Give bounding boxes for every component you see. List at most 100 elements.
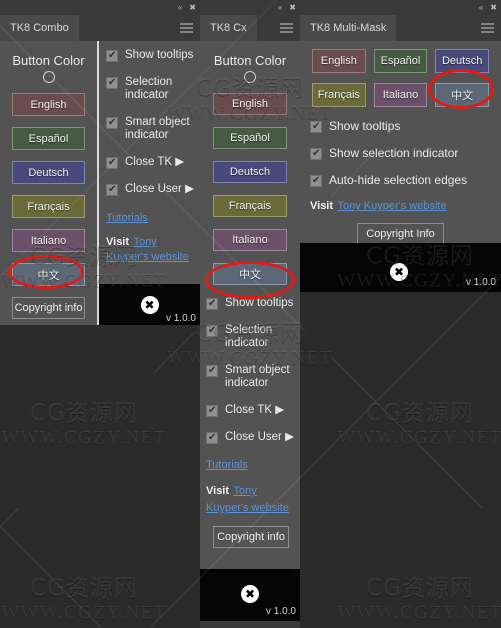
collapse-icon[interactable]: « (278, 3, 282, 12)
checkbox-close-user[interactable] (206, 431, 218, 444)
language-button-francais[interactable]: Français (12, 195, 85, 218)
close-badge-icon[interactable]: ✖ (241, 584, 259, 603)
tony-kuyper-website-link[interactable]: Tony Kuyper's website (337, 200, 446, 212)
language-button-deutsch[interactable]: Deutsch (12, 161, 85, 184)
option-label: Close TK ▶ (225, 404, 285, 416)
tab-bar-multi-mask: TK8 Multi-Mask (300, 15, 501, 41)
watermark-cn-text: CG资源网 (366, 400, 474, 427)
option-label: Close User ▶ (225, 431, 294, 443)
language-button-espanol[interactable]: Español (213, 127, 287, 149)
version-label-cx: v 1.0.0 (265, 606, 296, 617)
language-button-chinese[interactable]: 中文 (12, 263, 85, 286)
close-badge-icon[interactable]: ✖ (390, 263, 408, 281)
watermark-cn-text: CG资源网 (30, 575, 138, 602)
window-controls-bar-cx: « ✖ (200, 0, 300, 15)
hamburger-icon[interactable] (280, 23, 293, 33)
watermark-text: CG资源网WWW.CGZY.NET (1, 400, 167, 449)
checkbox-show-selection-indicator[interactable] (310, 147, 322, 160)
copyright-info-button-cx[interactable]: Copyright info (213, 526, 289, 548)
language-button-italiano[interactable]: Italiano (373, 83, 428, 107)
checkbox-close-tk[interactable] (106, 156, 118, 169)
language-button-espanol[interactable]: Español (373, 49, 428, 73)
option-label: Close User ▶ (125, 183, 194, 195)
section-title-button-color-cx: Button Color (213, 53, 287, 68)
version-label-combo: v 1.0.0 (165, 313, 196, 324)
checkbox-smart-object-indicator[interactable] (106, 116, 118, 129)
language-button-espanol[interactable]: Español (12, 127, 85, 150)
combo-right-column: Show tooltips Selection indicator Smart … (99, 41, 200, 284)
option-row-show-tooltips[interactable]: Show tooltips (106, 49, 195, 62)
tutorials-link-combo[interactable]: Tutorials (106, 208, 195, 226)
options-list-cx: Show tooltips Selection indicator Smart … (200, 295, 300, 548)
language-button-chinese[interactable]: 中文 (435, 83, 489, 107)
option-row-selection-indicator[interactable]: Selection indicator (106, 76, 195, 102)
tab-tk8-cx[interactable]: TK8 Cx (200, 15, 257, 41)
language-button-deutsch[interactable]: Deutsch (213, 161, 287, 183)
button-color-radio[interactable] (42, 71, 55, 83)
option-row-smart-object-indicator[interactable]: Smart object indicator (106, 116, 195, 142)
window-controls-bar-mm: « ✖ (300, 0, 501, 15)
option-row-show-tooltips[interactable]: Show tooltips (310, 120, 491, 133)
option-row-close-tk[interactable]: Close TK ▶ (206, 404, 296, 417)
footer-bar-cx: ✖ v 1.0.0 (200, 569, 300, 621)
visit-line-combo: Visit Tony Kuyper's website (106, 234, 195, 264)
hamburger-icon[interactable] (481, 23, 494, 33)
copyright-info-button-mm[interactable]: Copyright Info (357, 223, 444, 245)
tab-bar-filler (78, 15, 200, 41)
checkbox-close-tk[interactable] (206, 404, 218, 417)
language-button-francais[interactable]: Français (312, 83, 366, 107)
language-button-italiano[interactable]: Italiano (12, 229, 85, 252)
option-row-smart-object-indicator[interactable]: Smart object indicator (206, 364, 296, 390)
watermark-cn-text: CG资源网 (366, 575, 474, 602)
language-button-english[interactable]: English (213, 93, 287, 115)
option-row-auto-hide-selection-edges[interactable]: Auto-hide selection edges (310, 174, 491, 187)
option-row-show-selection-indicator[interactable]: Show selection indicator (310, 147, 491, 160)
option-row-close-user[interactable]: Close User ▶ (106, 183, 195, 196)
close-icon[interactable]: ✖ (490, 3, 497, 12)
checkbox-show-tooltips[interactable] (206, 297, 218, 310)
checkbox-close-user[interactable] (106, 183, 118, 196)
close-icon[interactable]: ✖ (189, 3, 196, 12)
language-button-deutsch[interactable]: Deutsch (435, 49, 489, 73)
visit-line-cx: Visit Tony Kuyper's website (206, 482, 296, 516)
visit-prefix: Visit (310, 200, 334, 212)
close-icon[interactable]: ✖ (289, 3, 296, 12)
checkbox-selection-indicator[interactable] (206, 324, 218, 337)
checkbox-show-tooltips[interactable] (106, 49, 118, 62)
option-row-selection-indicator[interactable]: Selection indicator (206, 324, 296, 350)
multi-mask-body: English Español Deutsch Français Italian… (300, 41, 501, 245)
option-row-close-user[interactable]: Close User ▶ (206, 431, 296, 444)
section-title-button-color: Button Color (12, 53, 85, 68)
option-row-show-tooltips[interactable]: Show tooltips (206, 297, 296, 310)
cx-body: Button Color English Español Deutsch Fra… (200, 41, 300, 569)
option-label: Selection indicator (125, 76, 173, 101)
hamburger-icon[interactable] (180, 23, 193, 33)
tab-tk8-multi-mask[interactable]: TK8 Multi-Mask (300, 15, 397, 41)
close-badge-icon[interactable]: ✖ (140, 295, 159, 314)
checkbox-show-tooltips[interactable] (310, 120, 322, 133)
language-button-english[interactable]: English (312, 49, 366, 73)
copyright-info-button-combo[interactable]: Copyright info (12, 297, 85, 319)
language-button-chinese[interactable]: 中文 (213, 263, 287, 285)
checkbox-auto-hide-selection-edges[interactable] (310, 174, 322, 187)
option-row-close-tk[interactable]: Close TK ▶ (106, 156, 195, 169)
language-button-italiano[interactable]: Italiano (213, 229, 287, 251)
checkbox-smart-object-indicator[interactable] (206, 364, 218, 377)
panel-tk8-multi-mask: « ✖ TK8 Multi-Mask English Español Deuts… (300, 0, 501, 292)
option-label: Close TK ▶ (125, 156, 185, 168)
button-color-radio-cx[interactable] (244, 71, 256, 83)
watermark-en-text: WWW.CGZY.NET (337, 427, 501, 449)
language-button-francais[interactable]: Français (213, 195, 287, 217)
collapse-icon[interactable]: « (178, 3, 182, 12)
tab-tk8-combo[interactable]: TK8 Combo (0, 15, 79, 41)
watermark-text: CG资源网WWW.CGZY.NET (337, 400, 501, 449)
option-label: Auto-hide selection edges (329, 173, 468, 187)
option-label: Selection indicator (225, 324, 273, 349)
collapse-icon[interactable]: « (479, 3, 483, 12)
language-button-english[interactable]: English (12, 93, 85, 116)
panel-tk8-cx: « ✖ TK8 Cx Button Color English Español … (200, 0, 300, 628)
checkbox-selection-indicator[interactable] (106, 76, 118, 89)
option-label: Show tooltips (329, 119, 401, 133)
option-label: Show tooltips (125, 49, 194, 61)
tutorials-link-cx[interactable]: Tutorials (206, 455, 296, 473)
